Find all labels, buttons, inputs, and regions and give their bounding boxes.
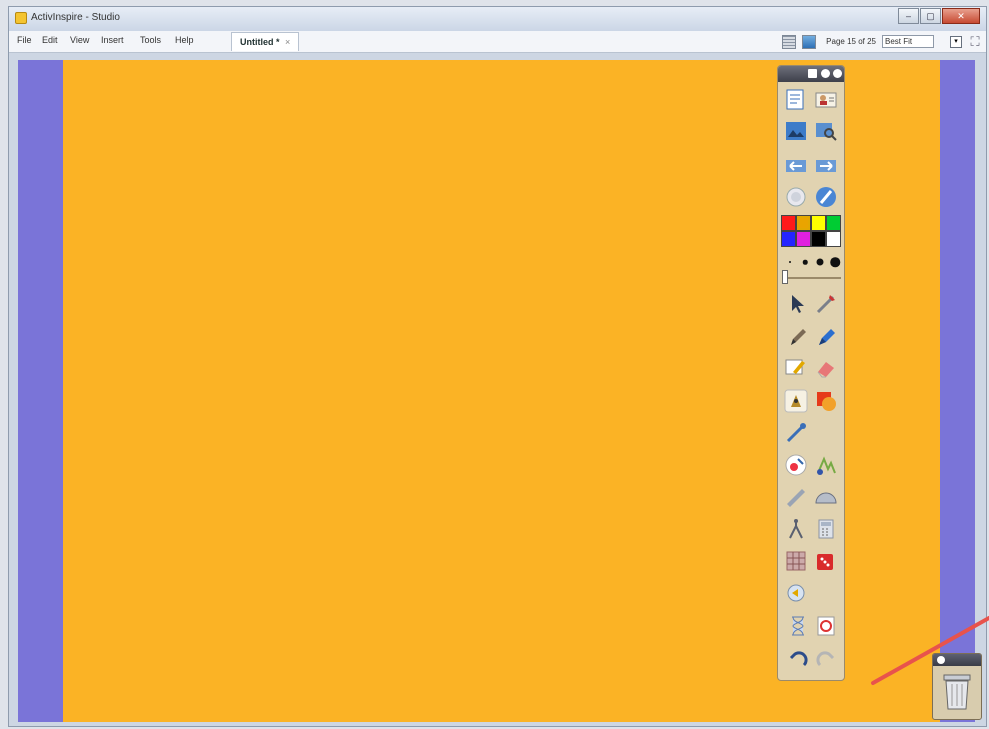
pen-width-dot[interactable]: [816, 258, 824, 266]
document-tab-label: Untitled *: [240, 37, 280, 47]
pen-icon[interactable]: [786, 325, 810, 349]
toolbox-pin-icon[interactable]: [821, 69, 830, 78]
screen-view-icon[interactable]: [802, 34, 817, 49]
color-swatch[interactable]: [826, 231, 841, 247]
tab-close-icon[interactable]: ×: [285, 37, 290, 47]
next-page-icon[interactable]: [814, 154, 838, 178]
color-swatch[interactable]: [826, 215, 841, 231]
pen-width-dot[interactable]: [789, 261, 791, 263]
page-browser-icon[interactable]: [782, 34, 797, 49]
eraser-icon[interactable]: [814, 356, 838, 380]
record-icon[interactable]: [784, 185, 808, 209]
desktop-annotate-icon[interactable]: [814, 185, 838, 209]
color-swatch[interactable]: [781, 231, 796, 247]
shape-icon[interactable]: [814, 389, 838, 413]
undo-icon[interactable]: [786, 647, 810, 671]
trash-close-icon[interactable]: [937, 656, 945, 664]
menu-tools[interactable]: Tools: [140, 35, 161, 45]
resource-browser-icon[interactable]: [784, 119, 808, 143]
trash-bin-icon[interactable]: [941, 672, 973, 712]
hourglass-icon[interactable]: [786, 614, 810, 638]
color-swatch[interactable]: [811, 231, 826, 247]
trash-panel[interactable]: [932, 653, 982, 720]
dropdown-button[interactable]: ▾: [950, 35, 962, 48]
zoom-fit-select[interactable]: Best Fit: [882, 35, 934, 48]
window-title: ActivInspire - Studio: [31, 12, 120, 23]
protractor-icon[interactable]: [814, 486, 838, 510]
trash-panel-header[interactable]: [933, 654, 981, 666]
app-icon: [15, 12, 27, 24]
color-palette: [781, 215, 841, 247]
dice-icon[interactable]: [814, 549, 838, 573]
menu-bar: File Edit View Insert Tools Help Untitle…: [9, 31, 986, 53]
calculator-icon[interactable]: [814, 517, 838, 541]
color-swatch[interactable]: [796, 231, 811, 247]
fullscreen-icon[interactable]: ⛶: [968, 34, 982, 49]
pen-width-slider-thumb[interactable]: [782, 270, 788, 284]
toolbox-header[interactable]: [778, 66, 844, 82]
pen-width-slider-track: [783, 277, 841, 279]
ruler-icon[interactable]: [784, 486, 808, 510]
menu-insert[interactable]: Insert: [101, 35, 124, 45]
pen-width-dots: [784, 256, 840, 268]
color-swatch[interactable]: [811, 215, 826, 231]
page-indicator: Page 15 of 25: [826, 37, 876, 46]
magic-ink-icon[interactable]: [784, 356, 808, 380]
menu-help[interactable]: Help: [175, 35, 194, 45]
color-swatch[interactable]: [796, 215, 811, 231]
tools-icon[interactable]: [814, 292, 838, 316]
fill-icon[interactable]: [784, 389, 808, 413]
select-arrow-icon[interactable]: [786, 292, 810, 316]
revealer-icon[interactable]: [784, 581, 808, 605]
flipchart-icon[interactable]: [784, 88, 808, 112]
highlighter-icon[interactable]: [814, 325, 838, 349]
menu-file[interactable]: File: [17, 35, 32, 45]
menu-edit[interactable]: Edit: [42, 35, 58, 45]
title-bar[interactable]: ActivInspire - Studio – ▢ ✕: [9, 7, 986, 31]
redo-icon[interactable]: [814, 647, 838, 671]
toolbox-menu-icon[interactable]: [808, 69, 817, 78]
close-button[interactable]: ✕: [942, 8, 980, 24]
text-icon[interactable]: [784, 453, 808, 477]
user-profile-icon[interactable]: [814, 88, 838, 112]
sound-recorder-icon[interactable]: [814, 453, 838, 477]
grid-icon[interactable]: [784, 549, 808, 573]
minimize-button[interactable]: –: [898, 8, 919, 24]
maximize-button[interactable]: ▢: [920, 8, 941, 24]
reset-page-icon[interactable]: [814, 614, 838, 638]
image-search-icon[interactable]: [814, 119, 838, 143]
pen-width-dot[interactable]: [830, 257, 840, 267]
pen-width-dot[interactable]: [802, 259, 808, 265]
compass-icon[interactable]: [784, 517, 808, 541]
menu-view[interactable]: View: [70, 35, 89, 45]
connector-icon[interactable]: [784, 421, 808, 445]
color-swatch[interactable]: [781, 215, 796, 231]
toolbox-close-icon[interactable]: [833, 69, 842, 78]
main-toolbox[interactable]: [777, 65, 845, 681]
previous-page-icon[interactable]: [784, 154, 808, 178]
document-tab[interactable]: Untitled * ×: [231, 32, 300, 51]
